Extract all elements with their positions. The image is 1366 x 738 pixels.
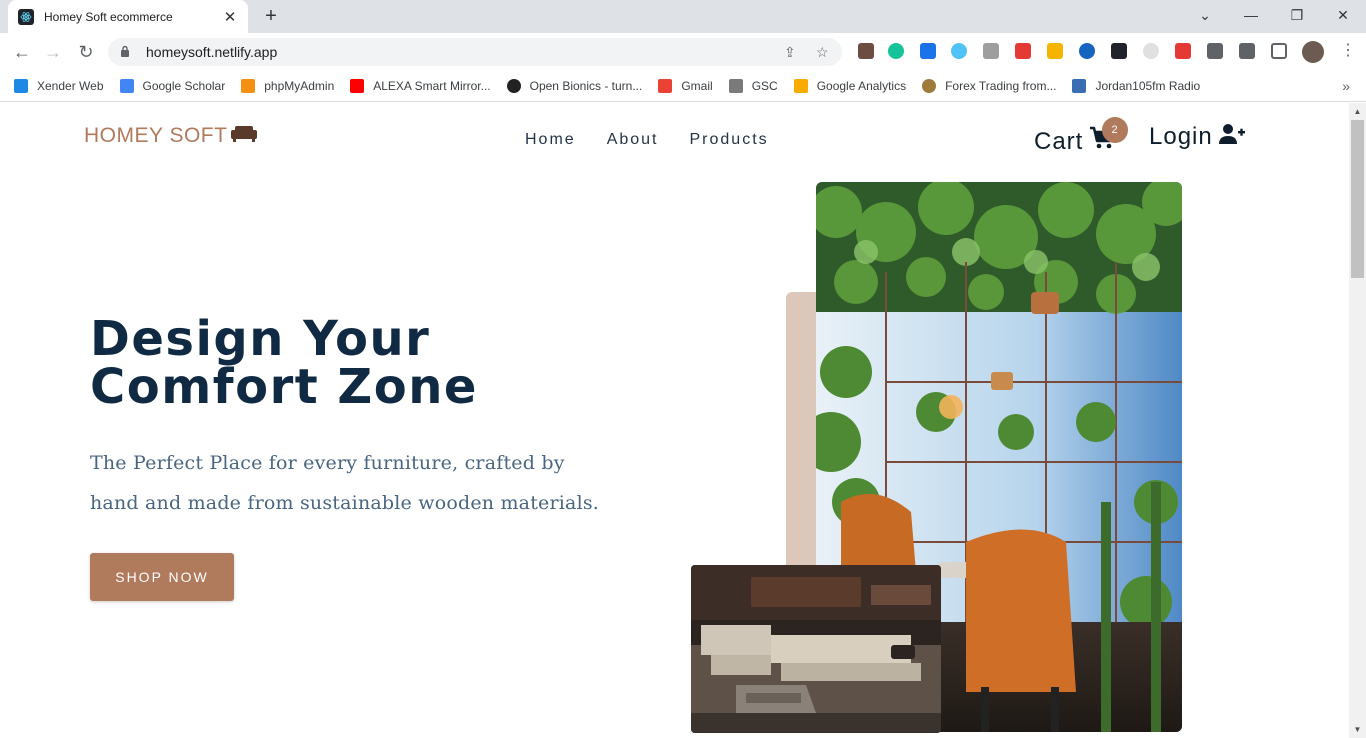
side-panel-icon[interactable] <box>1271 43 1287 59</box>
nav-about[interactable]: About <box>607 131 659 149</box>
lock-icon <box>120 44 134 60</box>
reading-list-icon[interactable] <box>1239 43 1255 59</box>
bookmark-label: GSC <box>751 79 778 93</box>
shop-now-button[interactable]: SHOP NOW <box>90 553 234 601</box>
main-nav: Home About Products <box>525 131 800 149</box>
code-icon[interactable] <box>983 43 999 59</box>
reload-icon[interactable]: ↻ <box>73 40 99 64</box>
restore-icon[interactable]: ❐ <box>1274 0 1320 30</box>
gsc-icon <box>728 79 743 93</box>
react-favicon-icon <box>18 8 34 25</box>
react-devtools-icon[interactable] <box>1111 43 1127 59</box>
extension-icon[interactable] <box>951 43 967 59</box>
extension-icon[interactable] <box>1079 43 1095 59</box>
cart-label: Cart <box>1034 127 1084 155</box>
bookmark-label: phpMyAdmin <box>264 79 335 93</box>
new-tab-icon[interactable]: + <box>260 5 282 27</box>
hero-title-line: Comfort Zone <box>90 359 478 415</box>
bookmark-label: Forex Trading from... <box>945 79 1057 93</box>
cart-button[interactable]: Cart 2 <box>1034 117 1128 157</box>
url-text: homeysoft.netlify.app <box>146 44 278 60</box>
minimize-icon[interactable]: — <box>1228 0 1274 30</box>
extension-icon[interactable] <box>1175 43 1191 59</box>
scroll-up-icon[interactable]: ▲ <box>1349 103 1366 120</box>
sofa-icon <box>231 124 258 148</box>
nav-home[interactable]: Home <box>525 131 576 149</box>
analytics-icon <box>793 79 808 93</box>
scholar-icon <box>119 79 134 93</box>
logo-text: HOMEY SOFT <box>84 124 228 147</box>
page-scrollbar[interactable]: ▲ ▼ <box>1349 103 1366 738</box>
tab-search-icon[interactable]: ⌄ <box>1182 0 1228 30</box>
gmail-icon <box>658 79 673 93</box>
browser-tab[interactable]: Homey Soft ecommerce ✕ <box>8 0 248 33</box>
bookmark-label: Google Analytics <box>816 79 907 93</box>
hero-title: Design Your Comfort Zone <box>90 315 478 411</box>
bookmark-item[interactable]: Open Bionics - turn... <box>506 79 643 93</box>
youtube-icon <box>350 79 365 93</box>
bookmark-item[interactable]: Xender Web <box>14 79 104 93</box>
cart-count-badge: 2 <box>1102 117 1128 143</box>
grammarly-icon[interactable] <box>888 43 904 59</box>
forward-icon[interactable]: → <box>40 40 66 64</box>
close-window-icon[interactable]: ✕ <box>1320 0 1366 30</box>
extension-icon[interactable] <box>858 43 874 59</box>
bookmark-label: Xender Web <box>37 79 104 93</box>
bookmark-label: Gmail <box>681 79 713 93</box>
close-tab-icon[interactable]: ✕ <box>222 8 238 26</box>
extension-icon[interactable] <box>1047 43 1063 59</box>
scrollbar-thumb[interactable] <box>1351 120 1364 278</box>
phpmyadmin-icon <box>241 79 256 93</box>
address-bar[interactable]: homeysoft.netlify.app ⇪ ☆ <box>108 38 842 66</box>
forex-icon <box>922 79 937 93</box>
openbionics-icon <box>506 79 521 93</box>
nav-products[interactable]: Products <box>690 131 769 149</box>
tab-title: Homey Soft ecommerce <box>44 9 173 24</box>
share-icon[interactable]: ⇪ <box>784 44 796 61</box>
back-icon[interactable]: ← <box>9 40 35 64</box>
extension-icon[interactable] <box>920 43 936 59</box>
bookmark-label: ALEXA Smart Mirror... <box>373 79 491 93</box>
bookmark-item[interactable]: Gmail <box>658 79 713 93</box>
bookmark-star-icon[interactable]: ☆ <box>816 44 829 61</box>
login-button[interactable]: Login <box>1149 123 1245 151</box>
bookmark-label: Google Scholar <box>142 79 226 93</box>
xender-icon <box>14 79 28 93</box>
browser-tab-strip: Homey Soft ecommerce ✕ + ⌄ — ❐ ✕ <box>0 0 1366 33</box>
bookmark-item[interactable]: GSC <box>728 79 778 93</box>
radio-icon <box>1072 79 1087 93</box>
avatar[interactable] <box>1302 41 1324 63</box>
bookmark-item[interactable]: Forex Trading from... <box>922 79 1056 93</box>
bookmark-label: Open Bionics - turn... <box>529 79 643 93</box>
bookmark-item[interactable]: Google Scholar <box>119 79 226 93</box>
bookmark-label: Jordan105fm Radio <box>1095 79 1201 93</box>
extension-icon[interactable] <box>1143 43 1159 59</box>
hero-image-sofa <box>691 565 941 733</box>
extension-icon[interactable] <box>1015 43 1031 59</box>
page-viewport: HOMEY SOFT Home About Products Cart 2 Lo… <box>0 103 1349 738</box>
bookmark-item[interactable]: ALEXA Smart Mirror... <box>350 79 491 93</box>
browser-toolbar: ← → ↻ homeysoft.netlify.app ⇪ ☆ ⋮ <box>0 33 1366 71</box>
bookmark-item[interactable]: phpMyAdmin <box>241 79 334 93</box>
hero-description: The Perfect Place for every furniture, c… <box>90 452 600 514</box>
puzzle-icon[interactable] <box>1207 43 1223 59</box>
scroll-down-icon[interactable]: ▼ <box>1349 721 1366 738</box>
bookmark-item[interactable]: Jordan105fm Radio <box>1072 79 1200 93</box>
login-label: Login <box>1149 123 1213 150</box>
bookmark-item[interactable]: Google Analytics <box>793 79 907 93</box>
bookmarks-bar: Xender Web Google Scholar phpMyAdmin ALE… <box>0 71 1366 102</box>
chevron-more-icon[interactable]: » <box>1342 78 1350 94</box>
user-plus-icon <box>1218 123 1245 151</box>
menu-icon[interactable]: ⋮ <box>1340 42 1356 60</box>
site-logo[interactable]: HOMEY SOFT <box>84 124 258 148</box>
